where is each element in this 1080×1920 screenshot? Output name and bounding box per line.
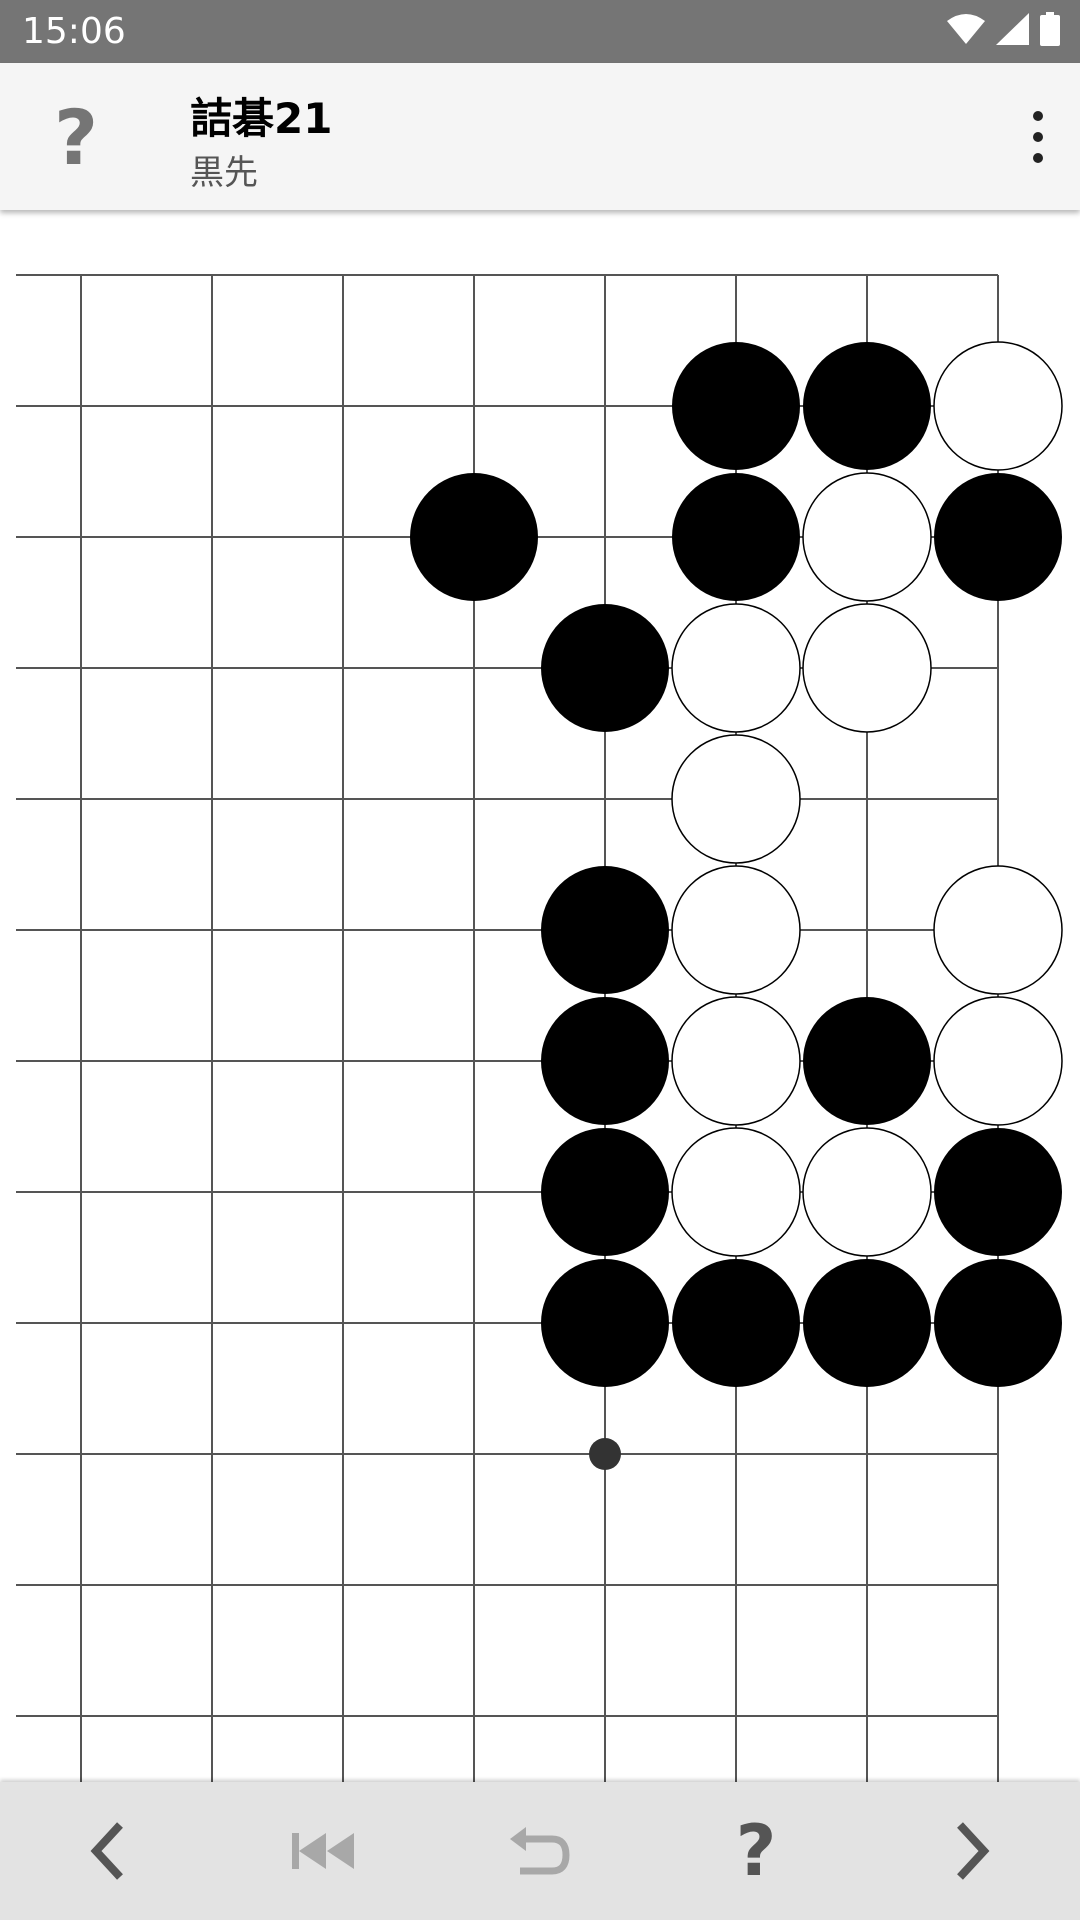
black-stone: [672, 473, 800, 601]
undo-icon: [510, 1827, 570, 1875]
help-icon[interactable]: ?: [48, 100, 104, 176]
white-stone: [802, 603, 932, 733]
bottom-toolbar: ?: [0, 1782, 1080, 1920]
page-title: 詰碁21: [190, 94, 333, 143]
white-stone: [671, 603, 801, 733]
more-vertical-icon[interactable]: [1018, 105, 1058, 169]
chevron-right-icon: [957, 1822, 990, 1880]
go-board-svg[interactable]: [0, 210, 1080, 1782]
wifi-icon: [946, 13, 986, 50]
battery-icon: [1040, 11, 1060, 51]
cell-signal-icon: [996, 12, 1030, 50]
black-stone: [934, 473, 1062, 601]
black-stone: [541, 1259, 669, 1387]
undo-button[interactable]: [480, 1782, 600, 1920]
first-move-button[interactable]: [264, 1782, 384, 1920]
white-stone: [933, 996, 1063, 1126]
black-stone: [541, 1128, 669, 1256]
black-stone: [672, 342, 800, 470]
menu-dot: [1033, 132, 1043, 142]
go-board[interactable]: [0, 210, 1080, 1782]
next-button[interactable]: [912, 1782, 1032, 1920]
hint-button[interactable]: ?: [696, 1782, 816, 1920]
previous-button[interactable]: [48, 1782, 168, 1920]
black-stone: [541, 866, 669, 994]
menu-dot: [1033, 111, 1043, 121]
black-stone: [803, 342, 931, 470]
white-stone: [671, 734, 801, 864]
white-stone: [802, 1127, 932, 1257]
star-points: [589, 1438, 621, 1470]
skip-to-start-icon: [292, 1833, 354, 1869]
white-stone: [671, 865, 801, 995]
white-stone: [933, 341, 1063, 471]
black-stone: [934, 1128, 1062, 1256]
black-stone: [803, 1259, 931, 1387]
black-stone: [803, 997, 931, 1125]
status-icons: [946, 11, 1060, 51]
app-bar: ? 詰碁21 黒先: [0, 63, 1080, 210]
white-stone: [802, 472, 932, 602]
black-stone: [541, 604, 669, 732]
white-stone: [933, 865, 1063, 995]
white-stone: [671, 996, 801, 1126]
star-point: [589, 1438, 621, 1470]
chevron-left-icon: [90, 1822, 123, 1880]
white-stone: [671, 1127, 801, 1257]
question-mark-icon: ?: [735, 1810, 777, 1892]
black-stone: [410, 473, 538, 601]
menu-dot: [1033, 153, 1043, 163]
status-time: 15:06: [22, 11, 126, 52]
page-subtitle: 黒先: [190, 153, 258, 193]
status-bar: 15:06: [0, 0, 1080, 63]
black-stone: [672, 1259, 800, 1387]
black-stone: [934, 1259, 1062, 1387]
black-stone: [541, 997, 669, 1125]
